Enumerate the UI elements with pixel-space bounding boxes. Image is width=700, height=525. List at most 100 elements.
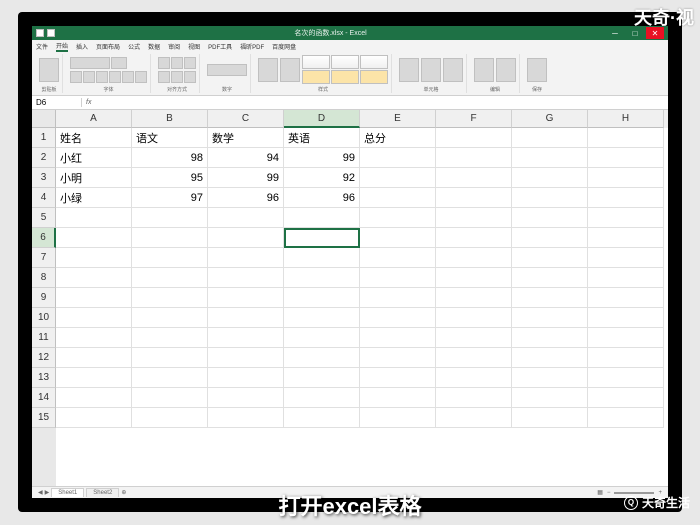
cell-C10[interactable] [208, 308, 284, 328]
bold-icon[interactable] [70, 71, 82, 83]
cell-F13[interactable] [436, 368, 512, 388]
tab-nav-icon[interactable]: ▶ [45, 489, 50, 496]
cell-D3[interactable]: 92 [284, 168, 360, 188]
font-color-icon[interactable] [135, 71, 147, 83]
cell-D7[interactable] [284, 248, 360, 268]
cell-D10[interactable] [284, 308, 360, 328]
cell-H9[interactable] [588, 288, 664, 308]
cell-F3[interactable] [436, 168, 512, 188]
menu-view[interactable]: 视图 [188, 42, 200, 51]
cell-A12[interactable] [56, 348, 132, 368]
cloud-save-icon[interactable] [527, 58, 547, 82]
sort-icon[interactable] [474, 58, 494, 82]
cell-B11[interactable] [132, 328, 208, 348]
cell-H14[interactable] [588, 388, 664, 408]
cell-G7[interactable] [512, 248, 588, 268]
column-header-B[interactable]: B [132, 110, 208, 128]
cell-D11[interactable] [284, 328, 360, 348]
underline-icon[interactable] [96, 71, 108, 83]
cell-D12[interactable] [284, 348, 360, 368]
cell-F5[interactable] [436, 208, 512, 228]
cell-G15[interactable] [512, 408, 588, 428]
cell-B3[interactable]: 95 [132, 168, 208, 188]
sheet-tab[interactable]: Sheet2 [86, 488, 119, 497]
cell-B1[interactable]: 语文 [132, 128, 208, 148]
cell-H5[interactable] [588, 208, 664, 228]
cell-E5[interactable] [360, 208, 436, 228]
column-header-C[interactable]: C [208, 110, 284, 128]
font-size[interactable] [111, 57, 127, 69]
cell-G3[interactable] [512, 168, 588, 188]
save-icon[interactable] [36, 29, 44, 37]
insert-icon[interactable] [399, 58, 419, 82]
cell-A13[interactable] [56, 368, 132, 388]
cell-E9[interactable] [360, 288, 436, 308]
cell-H3[interactable] [588, 168, 664, 188]
quick-access-toolbar[interactable] [36, 29, 55, 37]
cell-F7[interactable] [436, 248, 512, 268]
cell-C2[interactable]: 94 [208, 148, 284, 168]
font-selector[interactable] [70, 57, 110, 69]
cell-F1[interactable] [436, 128, 512, 148]
align-icon[interactable] [184, 57, 196, 69]
cell-A9[interactable] [56, 288, 132, 308]
name-box[interactable]: D6 [32, 98, 82, 107]
add-sheet-icon[interactable]: ⊕ [121, 489, 126, 496]
row-header-2[interactable]: 2 [32, 148, 56, 168]
column-header-E[interactable]: E [360, 110, 436, 128]
cell-F8[interactable] [436, 268, 512, 288]
cell-C12[interactable] [208, 348, 284, 368]
cell-A5[interactable] [56, 208, 132, 228]
cell-F9[interactable] [436, 288, 512, 308]
cell-H8[interactable] [588, 268, 664, 288]
align-icon[interactable] [171, 71, 183, 83]
cell-H1[interactable] [588, 128, 664, 148]
align-icon[interactable] [184, 71, 196, 83]
menu-file[interactable]: 文件 [36, 42, 48, 51]
cell-B13[interactable] [132, 368, 208, 388]
cell-C15[interactable] [208, 408, 284, 428]
row-header-14[interactable]: 14 [32, 388, 56, 408]
cell-E10[interactable] [360, 308, 436, 328]
sheet-tab[interactable]: Sheet1 [51, 488, 84, 497]
cell-H7[interactable] [588, 248, 664, 268]
cell-H10[interactable] [588, 308, 664, 328]
row-header-11[interactable]: 11 [32, 328, 56, 348]
row-header-6[interactable]: 6 [32, 228, 56, 248]
format-icon[interactable] [443, 58, 463, 82]
cell-F10[interactable] [436, 308, 512, 328]
select-all-corner[interactable] [32, 110, 56, 128]
cell-G5[interactable] [512, 208, 588, 228]
cell-G14[interactable] [512, 388, 588, 408]
cell-F15[interactable] [436, 408, 512, 428]
cell-F11[interactable] [436, 328, 512, 348]
row-header-3[interactable]: 3 [32, 168, 56, 188]
cell-A4[interactable]: 小绿 [56, 188, 132, 208]
cell-B4[interactable]: 97 [132, 188, 208, 208]
align-icon[interactable] [171, 57, 183, 69]
row-header-12[interactable]: 12 [32, 348, 56, 368]
column-header-A[interactable]: A [56, 110, 132, 128]
undo-icon[interactable] [47, 29, 55, 37]
cell-B2[interactable]: 98 [132, 148, 208, 168]
number-format[interactable] [207, 64, 247, 76]
cell-B15[interactable] [132, 408, 208, 428]
menu-formula[interactable]: 公式 [128, 42, 140, 51]
cell-G6[interactable] [512, 228, 588, 248]
cell-C7[interactable] [208, 248, 284, 268]
row-header-1[interactable]: 1 [32, 128, 56, 148]
cell-B10[interactable] [132, 308, 208, 328]
cell-style[interactable] [360, 70, 388, 84]
cell-B9[interactable] [132, 288, 208, 308]
cell-E12[interactable] [360, 348, 436, 368]
conditional-format-icon[interactable] [258, 58, 278, 82]
row-header-5[interactable]: 5 [32, 208, 56, 228]
cell-D9[interactable] [284, 288, 360, 308]
cell-D8[interactable] [284, 268, 360, 288]
cell-E13[interactable] [360, 368, 436, 388]
minimize-button[interactable]: ─ [606, 27, 624, 39]
cell-style[interactable] [360, 55, 388, 69]
cell-style[interactable] [331, 55, 359, 69]
cell-C6[interactable] [208, 228, 284, 248]
menu-insert[interactable]: 插入 [76, 42, 88, 51]
